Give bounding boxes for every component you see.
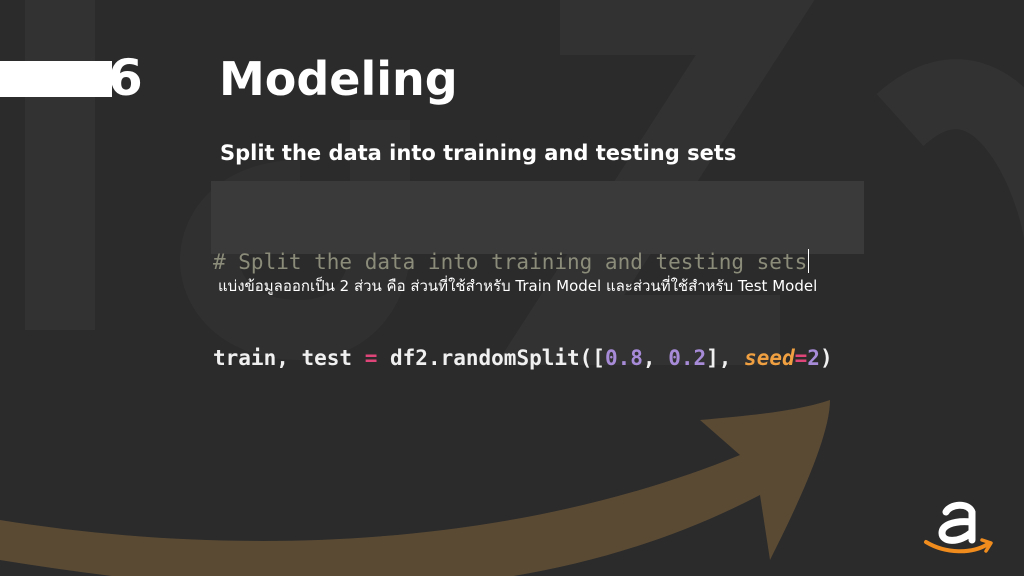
background-swoosh bbox=[0, 400, 830, 576]
code-call: df2.randomSplit([ bbox=[377, 346, 605, 370]
code-assign: = bbox=[364, 346, 378, 370]
code-num-1: 0.8 bbox=[604, 346, 643, 370]
code-mid: ], bbox=[706, 346, 745, 370]
section-subtitle: Split the data into training and testing… bbox=[220, 141, 737, 165]
slide-number-bar bbox=[0, 61, 112, 97]
code-num-2: 0.2 bbox=[668, 346, 707, 370]
slide-title: Modeling bbox=[219, 52, 458, 106]
code-eq: = bbox=[794, 346, 808, 370]
code-vars: train, test bbox=[213, 346, 365, 370]
amazon-logo-icon bbox=[924, 501, 993, 554]
description-text: แบ่งข้อมูลออกเป็น 2 ส่วน คือ ส่วนที่ใช้ส… bbox=[218, 277, 818, 295]
code-line-statement: train, test = df2.randomSplit([0.8, 0.2]… bbox=[213, 342, 864, 374]
code-keyword: seed bbox=[744, 346, 795, 370]
code-comment: # Split the data into training and testi… bbox=[213, 250, 808, 274]
code-sep: , bbox=[642, 346, 669, 370]
text-cursor bbox=[808, 249, 810, 273]
code-block: # Split the data into training and testi… bbox=[211, 181, 864, 370]
code-end: ) bbox=[819, 346, 833, 370]
code-num-3: 2 bbox=[807, 346, 820, 370]
slide-number: 6 bbox=[108, 49, 143, 107]
